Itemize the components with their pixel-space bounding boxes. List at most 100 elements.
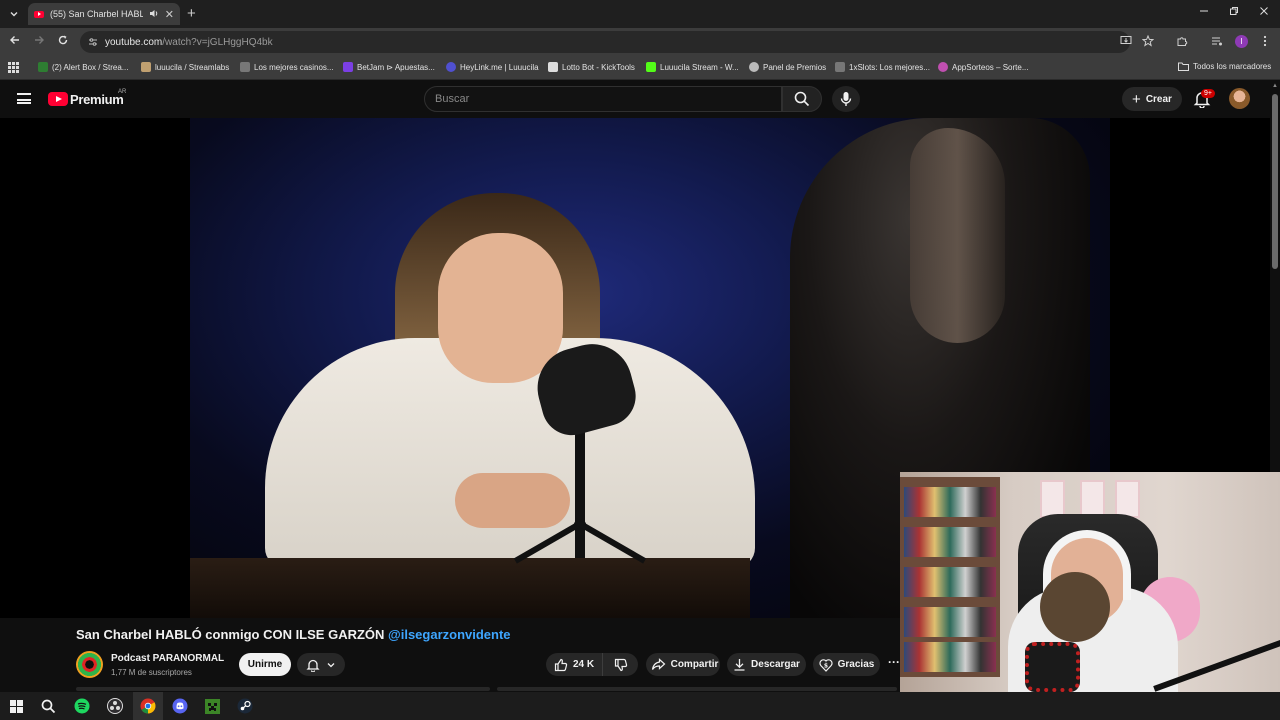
url-bar[interactable]: youtube.com/watch?v=jGLHggHQ4bk [80,31,1130,53]
bookmark-item[interactable]: luuucila / Streamlabs [141,62,229,72]
video-guest-hands [455,473,570,528]
apps-grid-icon[interactable] [8,62,19,73]
subscriber-count: 1,77 M de suscriptores [111,668,192,677]
thanks-button[interactable]: $ Gracias [813,653,880,676]
search-icon[interactable] [39,697,57,715]
webcam-wall-frame [1115,480,1140,518]
bookmark-item[interactable]: HeyLink.me | Luuucila [446,62,539,72]
download-icon [734,659,745,671]
media-controls-icon[interactable] [1211,35,1223,50]
bookmark-favicon-icon [38,62,48,72]
webcam-wall-frame [1040,480,1065,518]
like-count: 24 K [573,659,595,670]
bookmark-favicon-icon [141,62,151,72]
bookmark-item[interactable]: Los mejores casinos... [240,62,334,72]
voice-search-button[interactable] [832,86,860,112]
profile-avatar[interactable]: I [1235,35,1248,48]
menu-dots-icon[interactable] [1263,35,1267,50]
create-button[interactable]: + Crear [1122,87,1182,111]
description-box-edge [76,687,490,691]
url-path: /watch?v=jGLHggHQ4bk [162,36,273,48]
microphone-icon [840,92,852,106]
forward-arrow-icon[interactable] [33,34,45,49]
discord-icon[interactable] [171,697,189,715]
bookmark-star-icon[interactable] [1141,34,1155,50]
webcam-wall-frame [1080,480,1105,518]
scroll-up-arrow-icon[interactable]: ▲ [1272,83,1278,89]
video-mic-stand [575,418,585,558]
bookmark-item[interactable]: Luuucila Stream - W... [646,62,739,72]
scrollbar-thumb[interactable] [1272,94,1278,269]
steam-icon[interactable] [236,697,254,715]
minecraft-icon[interactable] [203,697,221,715]
site-info-icon[interactable] [88,37,98,47]
install-app-icon[interactable] [1120,35,1132,49]
extensions-icon[interactable] [1176,35,1188,50]
browser-toolbar: youtube.com/watch?v=jGLHggHQ4bk I [0,28,1280,56]
bookmark-item[interactable]: 1xSlots: Los mejores... [835,62,930,72]
bookmark-favicon-icon [835,62,845,72]
subscription-bell-button[interactable] [297,653,345,676]
thumbs-up-icon [554,658,568,671]
restore-icon[interactable] [1229,5,1239,19]
globe-icon [749,62,759,72]
search-button[interactable] [782,86,822,112]
channel-name[interactable]: Podcast PARANORMAL [111,653,224,664]
bell-icon [306,659,320,672]
back-arrow-icon[interactable] [9,34,21,49]
video-table [190,558,750,618]
tab-close-icon[interactable]: ✕ [165,8,174,21]
bookmark-item[interactable]: Panel de Premios [749,62,826,72]
like-button[interactable]: 24 K [546,653,604,676]
youtube-premium-wordmark[interactable]: Premium [70,92,124,107]
download-button[interactable]: Descargar [727,653,806,676]
join-button[interactable]: Unirme [239,653,291,676]
bookmark-item[interactable]: (2) Alert Box / Strea... [38,62,128,72]
webcam-shelf-books [904,607,996,637]
dislike-button[interactable] [603,653,638,676]
chrome-icon[interactable] [139,697,157,715]
webcam-bookshelf [900,477,1000,677]
webcam-shelf-books [904,527,996,557]
menu-hamburger-icon[interactable] [17,93,31,104]
title-handle-link[interactable]: @ilsegarzonvidente [388,627,510,642]
speaker-icon[interactable] [149,9,159,20]
video-guest-face [438,233,563,383]
chevron-down-icon [10,12,18,17]
minimize-icon[interactable] [1199,5,1209,19]
bookmark-favicon-icon [548,62,558,72]
youtube-logo-icon[interactable] [48,92,68,106]
bookmark-item[interactable]: BetJam ⊳ Apuestas... [343,62,435,72]
channel-avatar[interactable] [76,651,103,678]
browser-tab-youtube[interactable]: (55) San Charbel HABLÓ co ✕ [28,3,180,25]
obs-icon[interactable] [106,697,124,715]
bookmark-favicon-icon [240,62,250,72]
video-title: San Charbel HABLÓ conmigo CON ILSE GARZÓ… [76,627,511,642]
folder-icon [1178,62,1189,71]
share-button[interactable]: Compartir [646,653,720,676]
video-host-face [910,128,1005,343]
windows-taskbar [0,692,1280,720]
all-bookmarks-folder[interactable]: Todos los marcadores [1178,62,1271,71]
bookmark-item[interactable]: Lotto Bot - KickTools [548,62,635,72]
spotify-icon[interactable] [73,697,91,715]
webcam-shelf-books [904,487,996,517]
url-host: youtube.com [105,36,163,48]
share-arrow-icon [651,658,665,670]
search-icon [794,91,810,107]
windows-start-icon[interactable] [7,697,25,715]
bookmark-item[interactable]: AppSorteos – Sorte... [938,62,1029,72]
more-actions-button[interactable]: ··· [888,655,900,669]
new-tab-button[interactable]: + [187,5,196,22]
notification-count-badge: 9+ [1201,89,1215,98]
reload-icon[interactable] [57,34,69,49]
bookmark-favicon-icon [446,62,456,72]
streamer-webcam-overlay [900,472,1280,692]
webcam-microphone [1025,642,1080,692]
account-avatar[interactable] [1229,88,1250,109]
close-window-icon[interactable] [1259,5,1269,19]
webcam-shelf-books [904,642,996,672]
tab-search-button[interactable] [4,4,24,24]
search-input[interactable]: Buscar [424,86,782,112]
browser-tab-bar: (55) San Charbel HABLÓ co ✕ + [0,0,1280,28]
